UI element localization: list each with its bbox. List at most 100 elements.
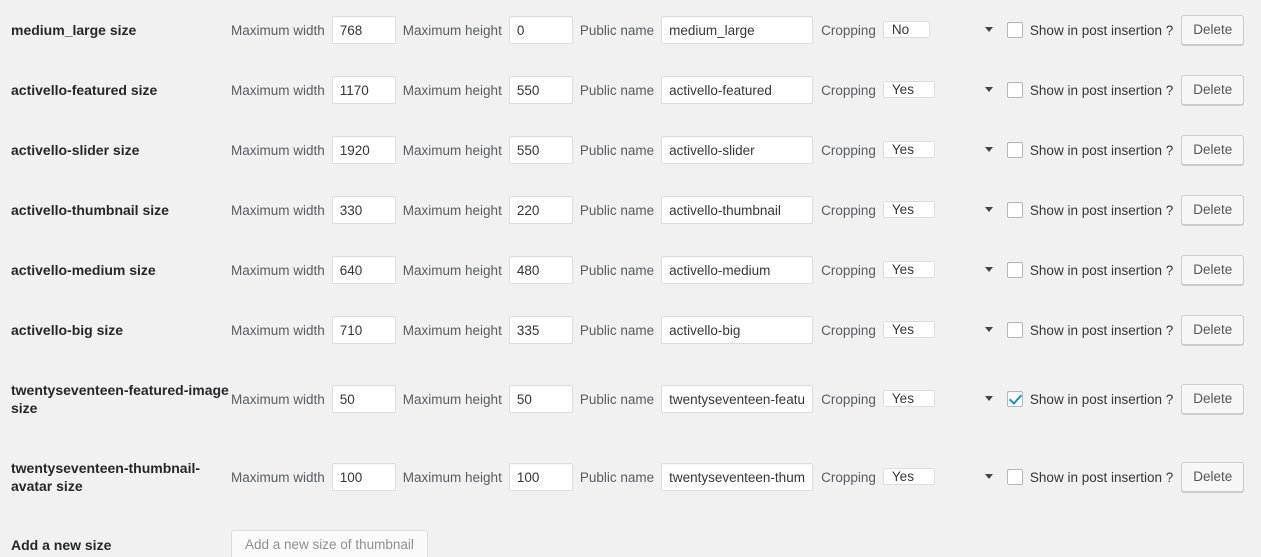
max-width-input[interactable] xyxy=(331,256,396,284)
cropping-select[interactable]: Yes xyxy=(882,385,1000,414)
show-in-post-insertion-checkbox[interactable] xyxy=(1006,262,1023,278)
cropping-select[interactable]: No xyxy=(882,16,1000,45)
max-height-label: Maximum height xyxy=(402,262,502,278)
max-height-label: Maximum height xyxy=(402,142,502,158)
size-row-fields: Maximum width Maximum height Public name Cr… xyxy=(231,438,1261,516)
cropping-select[interactable]: Yes xyxy=(882,316,1000,345)
size-row: twentyseventeen-featured-image size Maxim… xyxy=(0,360,1261,438)
public-name-input[interactable] xyxy=(661,316,814,344)
max-height-label: Maximum height xyxy=(402,82,502,98)
max-height-input[interactable] xyxy=(508,316,573,344)
max-width-input[interactable] xyxy=(331,136,396,164)
size-row-fields: Maximum width Maximum height Public name Cr… xyxy=(231,60,1261,120)
cropping-label: Cropping xyxy=(821,142,876,158)
max-height-input[interactable] xyxy=(508,385,573,413)
show-in-post-insertion-label: Show in post insertion ? xyxy=(1029,82,1174,98)
show-in-post-insertion-checkbox[interactable] xyxy=(1006,322,1023,338)
public-name-label: Public name xyxy=(579,469,655,485)
delete-button[interactable]: Delete xyxy=(1181,315,1245,345)
max-width-input[interactable] xyxy=(331,196,396,224)
max-width-label: Maximum width xyxy=(231,82,325,98)
max-height-input[interactable] xyxy=(508,196,573,224)
cropping-label: Cropping xyxy=(821,202,876,218)
show-in-post-insertion-label: Show in post insertion ? xyxy=(1029,322,1174,338)
public-name-label: Public name xyxy=(579,262,655,278)
public-name-input[interactable] xyxy=(661,256,814,284)
size-row: activello-slider sizeMaximum widthMaximu… xyxy=(0,120,1261,180)
size-row-fields: Maximum width Maximum height Public name Cr… xyxy=(231,120,1261,180)
max-width-input[interactable] xyxy=(331,16,396,44)
cropping-select[interactable]: Yes xyxy=(882,463,1000,492)
add-new-size-button[interactable]: Add a new size of thumbnail xyxy=(231,529,428,557)
max-height-label: Maximum height xyxy=(402,391,502,407)
max-height-input[interactable] xyxy=(508,16,573,44)
max-width-input[interactable] xyxy=(331,385,396,413)
chevron-down-icon xyxy=(984,266,993,272)
size-row: activello-featured sizeMaximum widthMaxi… xyxy=(0,60,1261,120)
max-height-input[interactable] xyxy=(508,463,573,491)
max-height-input[interactable] xyxy=(508,256,573,284)
max-width-label: Maximum width xyxy=(231,22,325,38)
show-in-post-insertion-label: Show in post insertion ? xyxy=(1029,391,1174,407)
max-height-input[interactable] xyxy=(508,76,573,104)
delete-button[interactable]: Delete xyxy=(1181,15,1245,45)
delete-button[interactable]: Delete xyxy=(1181,255,1245,285)
size-row-label: activello-medium size xyxy=(11,262,156,278)
max-height-label: Maximum height xyxy=(402,469,502,485)
chevron-down-icon xyxy=(984,146,993,152)
delete-button[interactable]: Delete xyxy=(1181,195,1245,225)
public-name-label: Public name xyxy=(579,322,655,338)
show-in-post-insertion-checkbox[interactable] xyxy=(1006,391,1023,407)
cropping-label: Cropping xyxy=(821,262,876,278)
chevron-down-icon xyxy=(984,395,993,401)
max-width-label: Maximum width xyxy=(231,262,325,278)
public-name-label: Public name xyxy=(579,22,655,38)
size-row: activello-thumbnail sizeMaximum widthMax… xyxy=(0,180,1261,240)
public-name-input[interactable] xyxy=(661,196,814,224)
show-in-post-insertion-checkbox[interactable] xyxy=(1006,202,1023,218)
max-width-label: Maximum width xyxy=(231,391,325,407)
cropping-select[interactable]: Yes xyxy=(882,256,1000,285)
size-row-label: activello-slider size xyxy=(11,142,140,158)
public-name-input[interactable] xyxy=(661,76,814,104)
cropping-select-value: Yes xyxy=(882,200,935,218)
show-in-post-insertion-label: Show in post insertion ? xyxy=(1029,22,1174,38)
delete-button[interactable]: Delete xyxy=(1181,462,1245,492)
public-name-label: Public name xyxy=(579,391,655,407)
delete-button[interactable]: Delete xyxy=(1181,75,1245,105)
show-in-post-insertion-checkbox[interactable] xyxy=(1006,82,1023,98)
add-new-size-row: Add a new size Add a new size of thumbna… xyxy=(0,516,1261,557)
max-width-label: Maximum width xyxy=(231,202,325,218)
cropping-select[interactable]: Yes xyxy=(882,76,1000,105)
max-height-input[interactable] xyxy=(508,136,573,164)
cropping-select[interactable]: Yes xyxy=(882,196,1000,225)
cropping-select-value: Yes xyxy=(882,320,935,338)
show-in-post-insertion-label: Show in post insertion ? xyxy=(1029,202,1174,218)
chevron-down-icon xyxy=(984,473,993,479)
size-row: activello-big size Maximum width Maximum h… xyxy=(0,300,1261,360)
show-in-post-insertion-checkbox[interactable] xyxy=(1006,22,1023,38)
chevron-down-icon xyxy=(984,326,993,332)
size-row-label: twentyseventeen-thumbnail-avatar size xyxy=(11,460,201,494)
size-row-label: twentyseventeen-featured-image size xyxy=(11,382,229,416)
delete-button[interactable]: Delete xyxy=(1181,384,1245,414)
cropping-select-value: Yes xyxy=(882,389,935,407)
public-name-input[interactable] xyxy=(661,463,814,491)
public-name-label: Public name xyxy=(579,82,655,98)
max-width-input[interactable] xyxy=(331,76,396,104)
show-in-post-insertion-checkbox[interactable] xyxy=(1006,469,1023,485)
cropping-select-value: No xyxy=(882,20,931,38)
public-name-input[interactable] xyxy=(661,385,814,413)
public-name-label: Public name xyxy=(579,202,655,218)
max-width-input[interactable] xyxy=(331,463,396,491)
cropping-select[interactable]: Yes xyxy=(882,136,1000,165)
public-name-input[interactable] xyxy=(661,16,814,44)
delete-button[interactable]: Delete xyxy=(1181,135,1245,165)
size-row-fields: Maximum width Maximum height Public name Cr… xyxy=(231,300,1261,360)
max-width-input[interactable] xyxy=(331,316,396,344)
cropping-label: Cropping xyxy=(821,391,876,407)
public-name-label: Public name xyxy=(579,142,655,158)
public-name-input[interactable] xyxy=(661,136,814,164)
cropping-select-value: Yes xyxy=(882,80,935,98)
show-in-post-insertion-checkbox[interactable] xyxy=(1006,142,1023,158)
